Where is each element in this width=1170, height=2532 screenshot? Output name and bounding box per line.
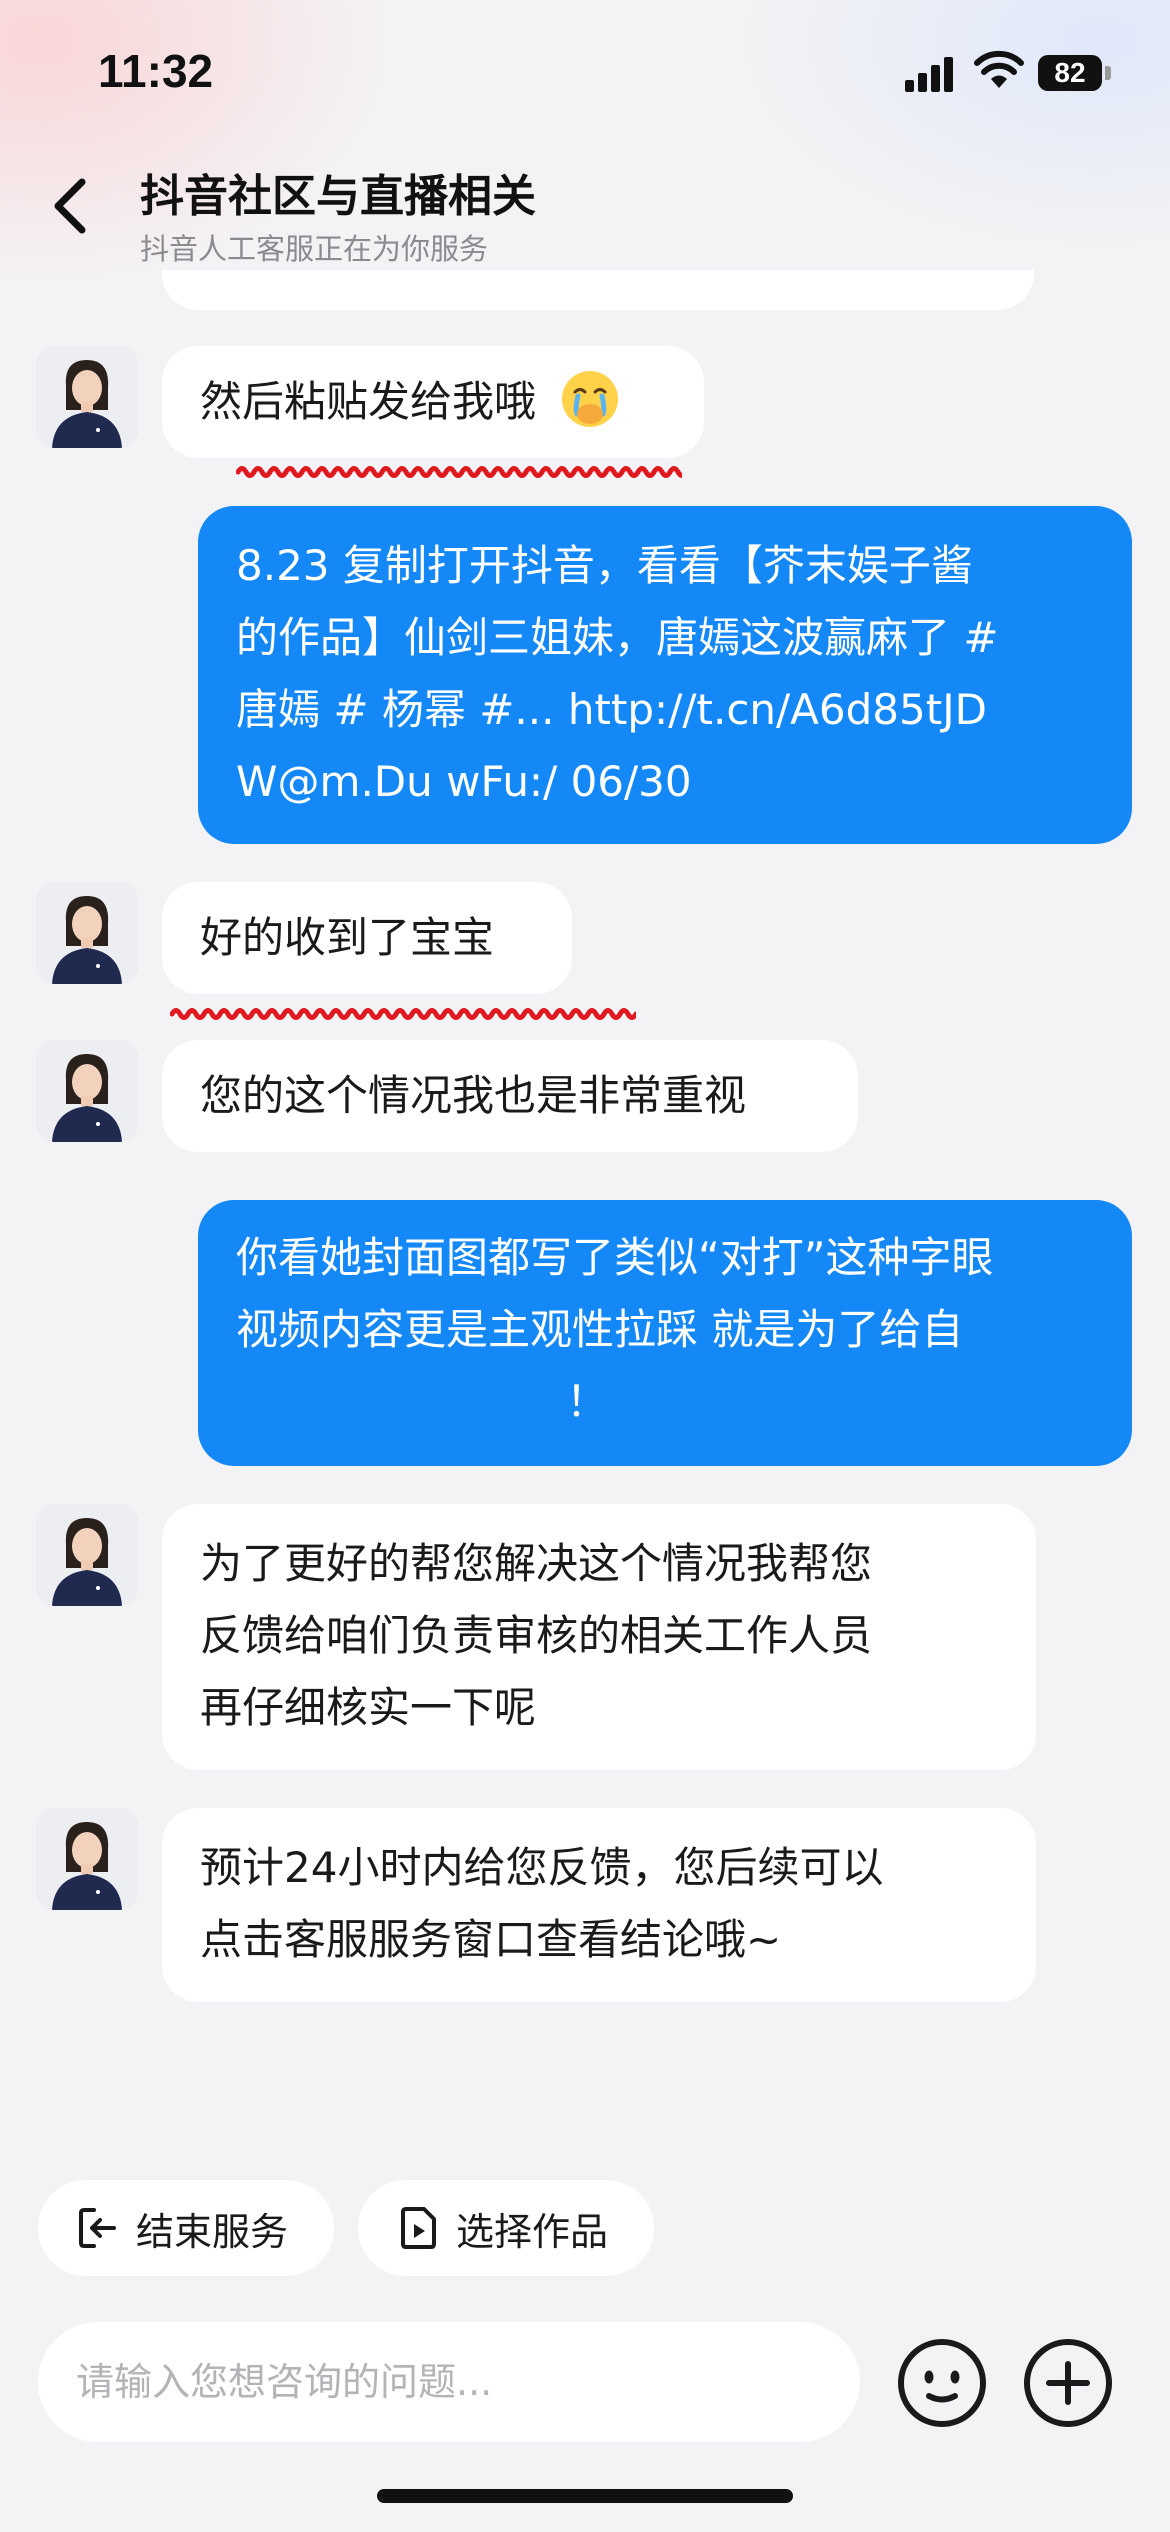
cellular-signal-icon — [905, 56, 955, 92]
emoji-button[interactable] — [896, 2337, 988, 2429]
select-work-button[interactable]: 选择作品 — [358, 2180, 654, 2276]
select-work-label: 选择作品 — [456, 2209, 609, 2254]
message-line: 预计24小时内给您反馈，您后续可以 — [200, 1843, 884, 1892]
red-squiggle-underline — [236, 466, 682, 478]
battery-icon: 82 — [1038, 55, 1102, 91]
message-line: 再仔细核实一下呢 — [200, 1683, 537, 1732]
message-text: 您的这个情况我也是非常重视 — [200, 1071, 747, 1120]
video-file-icon — [401, 2207, 436, 2249]
wifi-icon — [974, 50, 1024, 88]
page-title: 抖音社区与直播相关 — [140, 171, 536, 222]
end-service-button[interactable]: 结束服务 — [38, 2180, 334, 2276]
end-service-label: 结束服务 — [136, 2209, 289, 2254]
exit-icon — [79, 2208, 116, 2248]
agent-avatar[interactable] — [36, 1808, 138, 1910]
message-line: 视频内容更是主观性拉踩 就是为了给自 — [236, 1305, 964, 1354]
message-line: 为了更好的帮您解决这个情况我帮您 — [200, 1539, 873, 1588]
red-squiggle-underline — [170, 1008, 636, 1020]
agent-portrait-icon — [36, 1504, 138, 1606]
agent-message-bubble: 好的收到了宝宝 — [162, 882, 572, 994]
agent-avatar[interactable] — [36, 1040, 138, 1142]
agent-avatar[interactable] — [36, 346, 138, 448]
home-indicator — [377, 2489, 793, 2503]
status-time: 11:32 — [98, 45, 214, 97]
agent-message-bubble: 您的这个情况我也是非常重视 — [162, 1040, 858, 1152]
message-line: 唐嫣 # 杨幂 #... http://t.cn/A6d85tJD — [236, 685, 987, 734]
message-line: 你看她封面图都写了类似“对打”这种字眼 — [236, 1233, 994, 1282]
message-input[interactable] — [38, 2322, 860, 2442]
user-message-bubble: 你看她封面图都写了类似“对打”这种字眼 视频内容更是主观性拉踩 就是为了给自 ！ — [198, 1200, 1132, 1466]
message-text: 好的收到了宝宝 — [200, 913, 495, 962]
user-message-bubble: 8.23 复制打开抖音，看看【芥末娱子酱 的作品】仙剑三姐妹，唐嫣这波赢麻了 #… — [198, 506, 1132, 844]
message-line: ！ — [566, 1377, 609, 1426]
page-subtitle: 抖音人工客服正在为你服务 — [140, 232, 489, 266]
crying-hand-over-mouth-emoji-icon — [562, 371, 619, 427]
agent-portrait-icon — [36, 1808, 138, 1910]
agent-message-bubble: 预计24小时内给您反馈，您后续可以 点击客服服务窗口查看结论哦~ — [162, 1808, 1036, 2002]
message-line: 8.23 复制打开抖音，看看【芥末娱子酱 — [236, 541, 973, 590]
message-line: W@m.Du wFu:/ 06/30 — [236, 757, 692, 806]
previous-message-bubble — [162, 270, 1034, 310]
agent-portrait-icon — [36, 882, 138, 984]
message-line: 点击客服服务窗口查看结论哦~ — [200, 1915, 782, 1964]
message-line: 的作品】仙剑三姐妹，唐嫣这波赢麻了 # — [236, 613, 999, 662]
message-line: 反馈给咱们负责审核的相关工作人员 — [200, 1611, 873, 1660]
back-button[interactable] — [40, 168, 100, 244]
message-text: 然后粘贴发给我哦 — [200, 377, 537, 426]
agent-message-bubble: 为了更好的帮您解决这个情况我帮您 反馈给咱们负责审核的相关工作人员 再仔细核实一… — [162, 1504, 1036, 1770]
agent-avatar[interactable] — [36, 882, 138, 984]
agent-avatar[interactable] — [36, 1504, 138, 1606]
battery-cap — [1105, 66, 1111, 80]
agent-message-bubble: 然后粘贴发给我哦 — [162, 346, 704, 458]
agent-portrait-icon — [36, 1040, 138, 1142]
status-bar: 11:32 82 — [0, 0, 1170, 150]
add-button[interactable] — [1022, 2337, 1114, 2429]
agent-portrait-icon — [36, 346, 138, 448]
